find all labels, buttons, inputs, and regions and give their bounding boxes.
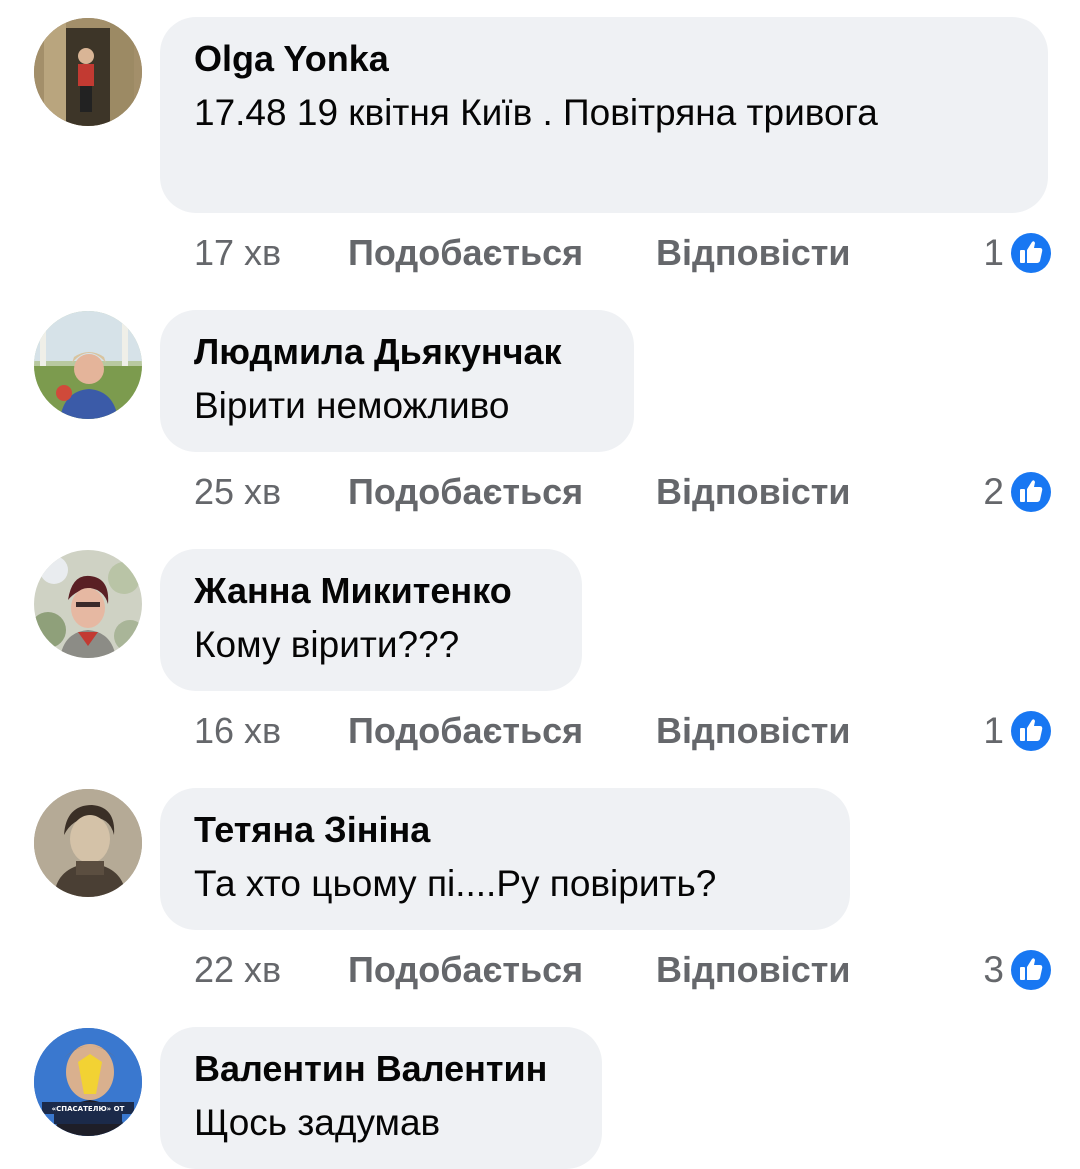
comment-bubble: Людмила Дьякунчак Вірити неможливо	[160, 310, 634, 452]
reaction-summary[interactable]: 1	[983, 706, 1054, 756]
avatar[interactable]	[34, 311, 142, 419]
reply-button[interactable]: Відповісти	[656, 228, 851, 278]
comment-text: Та хто цьому пі....Ру повірить?	[194, 863, 717, 904]
like-icon	[1009, 709, 1053, 753]
reaction-count: 1	[983, 232, 1004, 273]
avatar-photo: «СПАСАТЕЛЮ» ОТ	[34, 1028, 142, 1136]
avatar[interactable]: «СПАСАТЕЛЮ» ОТ	[34, 1028, 142, 1136]
comment-text: Щось задумав	[194, 1102, 441, 1143]
comment-author[interactable]: Людмила Дьякунчак	[194, 330, 600, 374]
like-button[interactable]: Подобається	[348, 228, 583, 278]
reaction-summary[interactable]: 2	[983, 467, 1054, 517]
avatar[interactable]	[34, 18, 142, 126]
reply-button[interactable]: Відповісти	[656, 706, 851, 756]
comment-bubble: Валентин Валентин Щось задумав	[160, 1027, 602, 1169]
like-button[interactable]: Подобається	[348, 945, 583, 995]
comment-time[interactable]: 25 хв	[194, 467, 281, 517]
avatar-caption: «СПАСАТЕЛЮ» ОТ	[52, 1105, 125, 1113]
comment-text: 17.48 19 квітня Київ . Повітряна тривога	[194, 92, 878, 133]
avatar-photo	[34, 311, 142, 419]
comment-author[interactable]: Olga Yonka	[194, 37, 1014, 81]
comment-bubble: Olga Yonka 17.48 19 квітня Київ . Повітр…	[160, 17, 1048, 213]
comment-actions: 16 хв Подобається Відповісти 1	[194, 706, 1054, 756]
like-icon	[1009, 948, 1053, 992]
comment-actions: 22 хв Подобається Відповісти 3	[194, 945, 1054, 995]
comment-text: Кому вірити???	[194, 624, 460, 665]
comment-text: Вірити неможливо	[194, 385, 510, 426]
comment-bubble: Тетяна Зініна Та хто цьому пі....Ру пові…	[160, 788, 850, 930]
comment-time[interactable]: 22 хв	[194, 945, 281, 995]
comment-author[interactable]: Валентин Валентин	[194, 1047, 568, 1091]
reply-button[interactable]: Відповісти	[656, 467, 851, 517]
reaction-count: 3	[983, 949, 1004, 990]
comment-time[interactable]: 17 хв	[194, 228, 281, 278]
comment-actions: 25 хв Подобається Відповісти 2	[194, 467, 1054, 517]
comment-author[interactable]: Тетяна Зініна	[194, 808, 816, 852]
like-icon	[1009, 470, 1053, 514]
avatar-photo	[34, 18, 142, 126]
avatar[interactable]	[34, 789, 142, 897]
reaction-summary[interactable]: 1	[983, 228, 1054, 278]
comment-time[interactable]: 16 хв	[194, 706, 281, 756]
avatar-photo	[34, 789, 142, 897]
avatar[interactable]	[34, 550, 142, 658]
reaction-count: 2	[983, 471, 1004, 512]
like-button[interactable]: Подобається	[348, 467, 583, 517]
comment-author[interactable]: Жанна Микитенко	[194, 569, 548, 613]
reaction-summary[interactable]: 3	[983, 945, 1054, 995]
avatar-photo	[34, 550, 142, 658]
comment-bubble: Жанна Микитенко Кому вірити???	[160, 549, 582, 691]
reply-button[interactable]: Відповісти	[656, 945, 851, 995]
like-icon	[1009, 231, 1053, 275]
comment-actions: 17 хв Подобається Відповісти 1	[194, 228, 1054, 278]
reaction-count: 1	[983, 710, 1004, 751]
like-button[interactable]: Подобається	[348, 706, 583, 756]
